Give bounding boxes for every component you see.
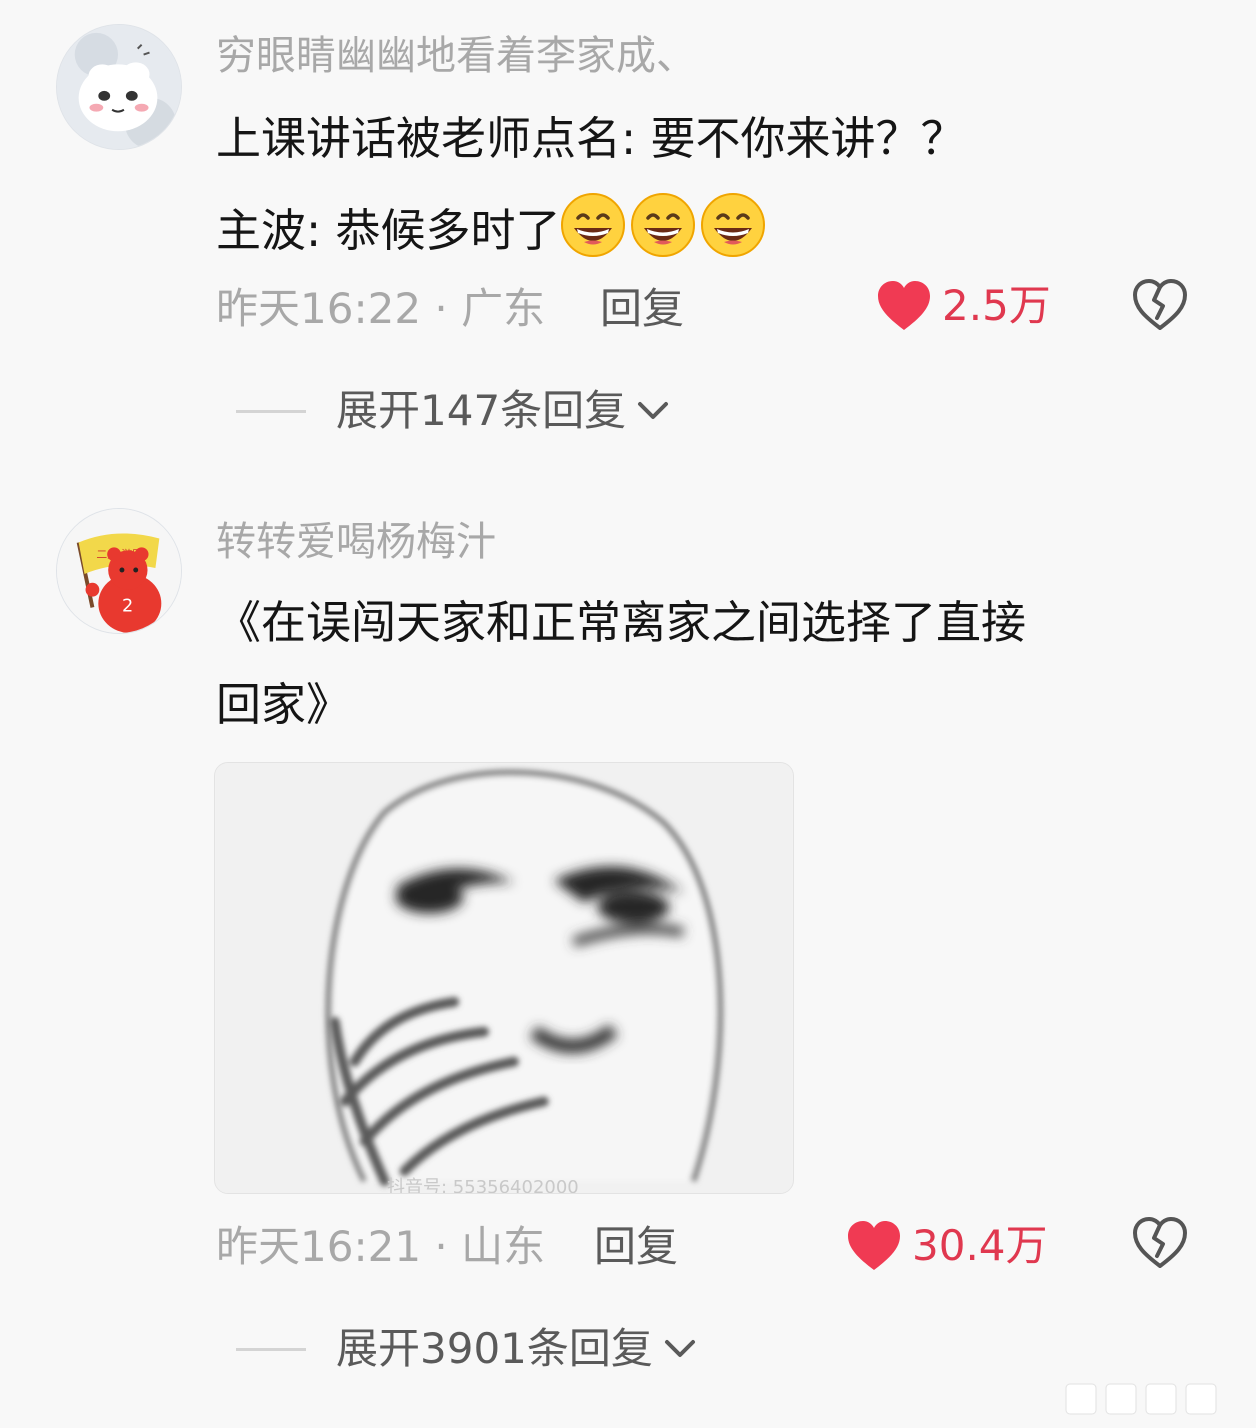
time-location: 昨天16:22 · 广东 — [216, 284, 546, 333]
expand-replies[interactable]: 展开147条回复 — [236, 386, 672, 436]
grinning-face-icon — [561, 193, 626, 257]
comment-text-line: 《在误闯天家和正常离家之间选择了直接 — [216, 596, 1027, 649]
broken-heart-icon — [1133, 279, 1187, 330]
divider-dash — [236, 409, 306, 413]
like-button[interactable]: 2.5万 — [876, 280, 1051, 332]
svg-text:2: 2 — [122, 596, 133, 616]
like-count: 30.4万 — [912, 1221, 1048, 1270]
like-count: 2.5万 — [942, 281, 1051, 330]
comment-item: 二人 游园 2 转转爱喝杨梅汁 《在误闯天家和正常离家之间选择了直接 回家》 — [0, 470, 1256, 1428]
reply-button[interactable]: 回复 — [594, 1222, 678, 1272]
dislike-button[interactable] — [1132, 278, 1188, 334]
comment-text-line: 上课讲话被老师点名: 要不你来讲？？ — [216, 112, 966, 165]
time-location: 昨天16:21 · 山东 — [216, 1222, 546, 1271]
expand-replies-label: 展开3901条回复 — [336, 1324, 653, 1373]
like-button[interactable]: 30.4万 — [846, 1220, 1048, 1272]
expand-replies-label: 展开147条回复 — [336, 386, 627, 435]
username[interactable]: 转转爱喝杨梅汁 — [216, 518, 496, 566]
expand-replies[interactable]: 展开3901条回复 — [236, 1324, 699, 1374]
comment-text-line: 回家》 — [216, 678, 352, 731]
watermark-logo — [1065, 1383, 1217, 1415]
avatar-image — [57, 25, 181, 149]
user-avatar[interactable] — [56, 24, 182, 150]
grinning-face-icon — [631, 193, 696, 257]
divider-dash — [236, 1347, 306, 1351]
heart-icon — [848, 1221, 900, 1270]
user-avatar[interactable]: 二人 游园 2 — [56, 508, 182, 634]
username[interactable]: 穷眼睛幽幽地看着李家成、 — [216, 32, 696, 80]
avatar-image: 二人 游园 2 — [57, 509, 181, 633]
comment-text-line: 主波: 恭候多时了 — [216, 192, 770, 258]
emoji-group — [560, 193, 770, 257]
image-watermark: 抖音号: 55356402000 — [387, 1177, 579, 1194]
broken-heart-icon — [1133, 1217, 1187, 1268]
reply-button[interactable]: 回复 — [600, 284, 684, 334]
comment-item: 穷眼睛幽幽地看着李家成、 上课讲话被老师点名: 要不你来讲？？ 主波: 恭候多时… — [0, 0, 1256, 470]
grinning-face-icon — [701, 193, 766, 257]
dislike-button[interactable] — [1132, 1216, 1188, 1272]
chevron-down-icon — [638, 402, 669, 419]
comment-image[interactable]: 抖音号: 55356402000 — [214, 762, 794, 1194]
heart-icon — [878, 281, 930, 330]
comment-text-segment: 主波: 恭候多时了 — [216, 204, 561, 257]
chevron-down-icon — [664, 1340, 695, 1357]
meme-face-image — [215, 763, 793, 1193]
